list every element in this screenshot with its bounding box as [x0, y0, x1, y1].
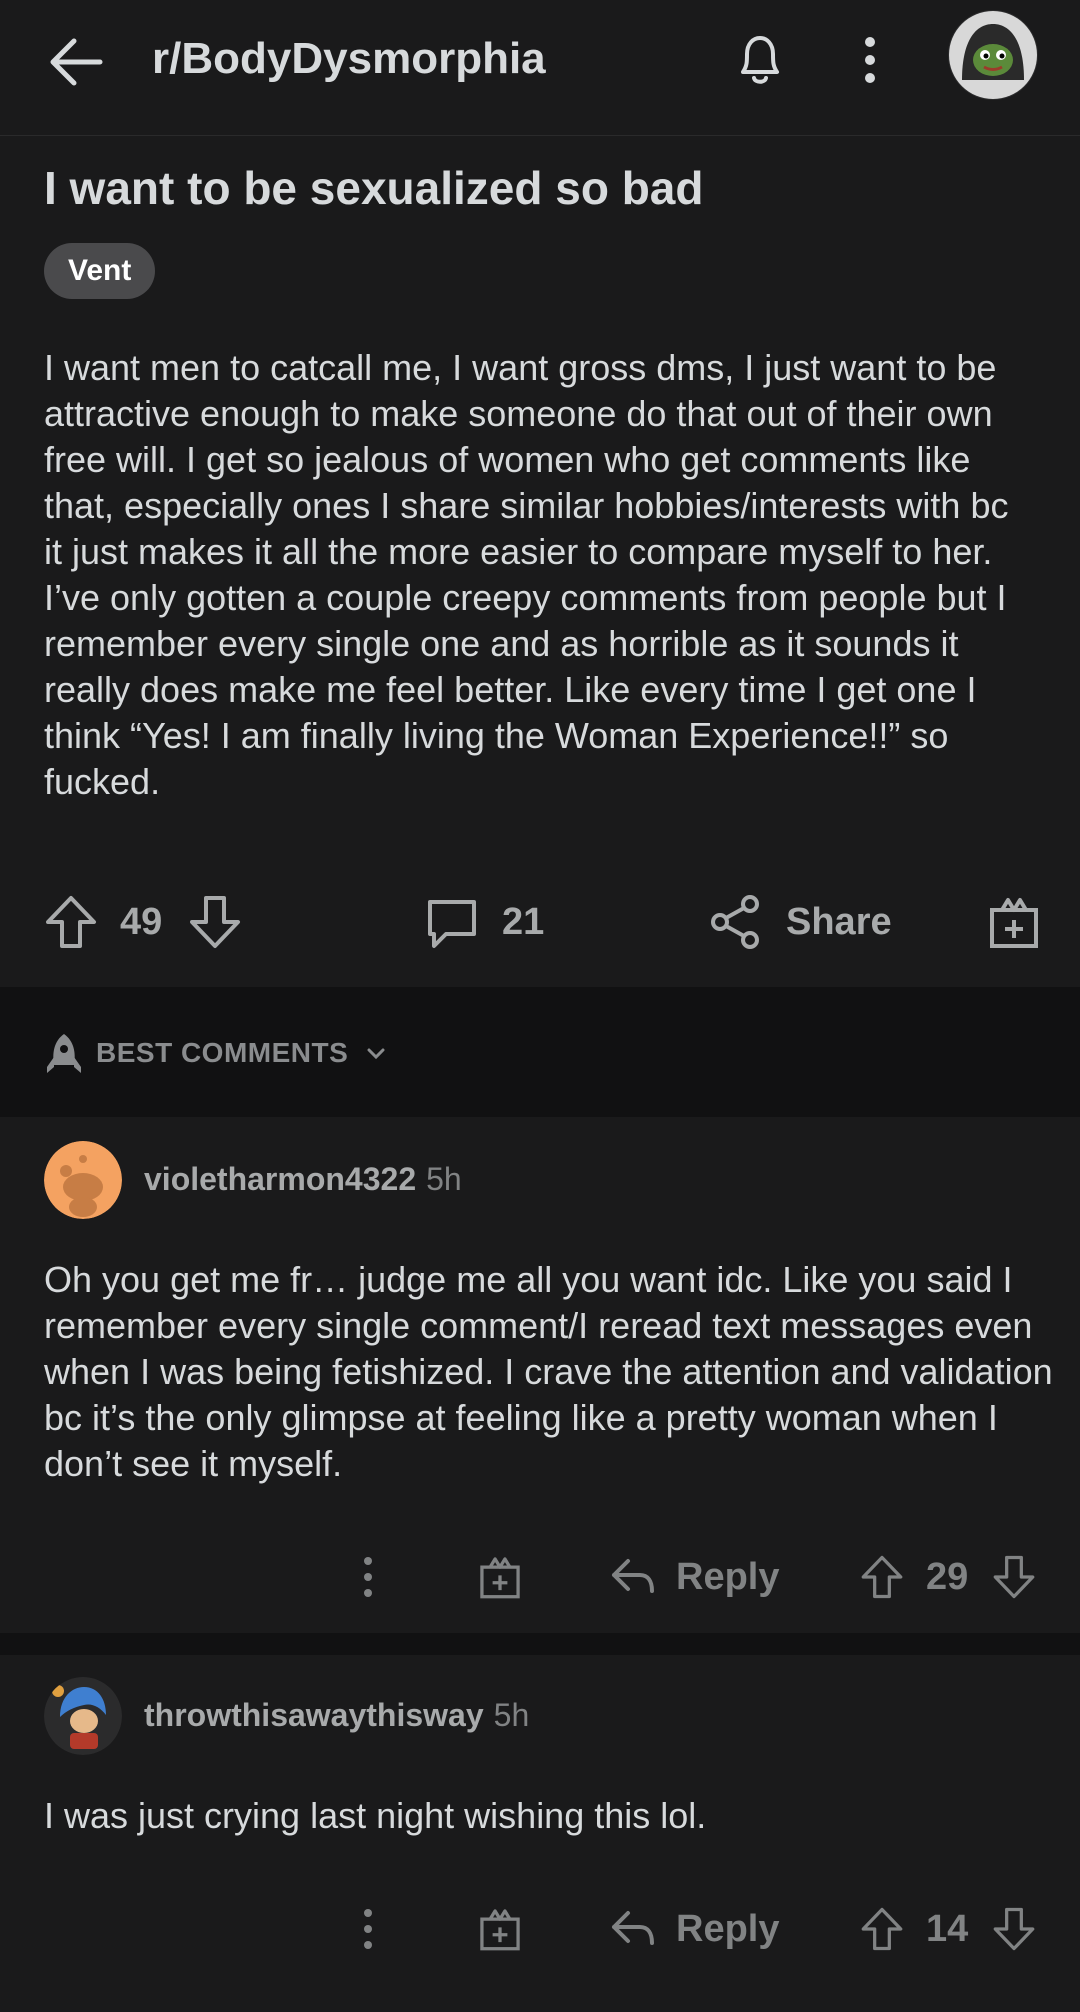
gift-award-icon: [480, 1557, 520, 1599]
comment-sort-bar[interactable]: BEST COMMENTS: [0, 987, 1080, 1117]
snoo-avatar-icon: [44, 1677, 122, 1755]
chevron-down-icon: [367, 1048, 385, 1060]
comment-vote-count: 14: [926, 1907, 969, 1950]
comment-downvote-button[interactable]: [992, 1537, 1036, 1617]
comment-action-bar: Reply 29: [0, 1537, 1080, 1617]
comment-icon: [428, 900, 476, 948]
downvote-icon: [993, 1555, 1035, 1599]
comment-username[interactable]: throwthisawaythisway: [144, 1697, 484, 1733]
reply-label: Reply: [676, 1907, 780, 1950]
post-vote-count: 49: [120, 900, 163, 943]
comment-upvote-button[interactable]: [860, 1889, 904, 1969]
downvote-button[interactable]: [188, 877, 242, 967]
comment-more-button[interactable]: [358, 1889, 378, 1969]
subreddit-name[interactable]: r/BodyDysmorphia: [152, 34, 546, 84]
comment-vote-count: 29: [926, 1555, 969, 1598]
award-button[interactable]: [988, 877, 1040, 967]
comment-author[interactable]: violetharmon4322 5h: [144, 1161, 462, 1198]
reply-button[interactable]: Reply: [610, 1889, 779, 1969]
frog-avatar-icon: [949, 11, 1037, 99]
comment-action-bar: Reply 14: [0, 1889, 1080, 1969]
vertical-dots-icon: [364, 1557, 372, 1597]
bell-icon: [741, 36, 779, 84]
reply-button[interactable]: Reply: [610, 1537, 779, 1617]
more-options-button[interactable]: [850, 28, 890, 92]
comment-count: 21: [502, 900, 545, 943]
post-body: I want men to catcall me, I want gross d…: [44, 347, 1009, 802]
back-arrow-icon: [50, 38, 103, 86]
rocket-icon: [47, 1034, 81, 1073]
comment-downvote-button[interactable]: [992, 1889, 1036, 1969]
commenter-avatar[interactable]: [44, 1141, 122, 1219]
comment-upvote-button[interactable]: [860, 1537, 904, 1617]
post-action-bar: 49 21 Share: [0, 877, 1080, 967]
comment-body: I was just crying last night wishing thi…: [44, 1795, 707, 1836]
upvote-icon: [861, 1555, 903, 1599]
comment-divider: [0, 1633, 1080, 1655]
comment: violetharmon4322 5h Oh you get me fr… jud…: [0, 1117, 1080, 1633]
post: I want to be sexualized so bad Vent I wa…: [0, 137, 1080, 987]
share-button[interactable]: Share: [710, 877, 892, 967]
vertical-dots-icon: [865, 37, 875, 83]
comment-body: Oh you get me fr… judge me all you want …: [44, 1259, 1053, 1484]
notification-button[interactable]: [728, 28, 792, 92]
downvote-icon: [993, 1907, 1035, 1951]
comment-username[interactable]: violetharmon4322: [144, 1161, 416, 1197]
downvote-icon: [190, 896, 240, 948]
share-label: Share: [786, 900, 892, 943]
comment-time: 5h: [493, 1697, 530, 1733]
gift-award-icon: [990, 898, 1038, 948]
share-icon: [711, 895, 759, 949]
comment-award-button[interactable]: [478, 1889, 522, 1969]
post-title: I want to be sexualized so bad: [44, 162, 704, 214]
comment-author[interactable]: throwthisawaythisway 5h: [144, 1697, 529, 1734]
upvote-icon: [46, 896, 96, 948]
upvote-button[interactable]: [44, 877, 98, 967]
commenter-avatar[interactable]: [44, 1677, 122, 1755]
comment-more-button[interactable]: [358, 1537, 378, 1617]
gift-award-icon: [480, 1909, 520, 1951]
snoo-avatar-icon: [44, 1141, 122, 1219]
comment: throwthisawaythisway 5h I was just crying…: [0, 1655, 1080, 2012]
reply-arrow-icon: [612, 1911, 654, 1945]
sort-label: BEST COMMENTS: [96, 1037, 349, 1068]
back-button[interactable]: [40, 30, 112, 94]
vertical-dots-icon: [364, 1909, 372, 1949]
comment-award-button[interactable]: [478, 1537, 522, 1617]
post-flair[interactable]: Vent: [44, 243, 156, 299]
reply-arrow-icon: [612, 1559, 654, 1593]
user-avatar[interactable]: [948, 10, 1038, 100]
reply-label: Reply: [676, 1555, 780, 1598]
top-bar: r/BodyDysmorphia: [0, 0, 1080, 136]
upvote-icon: [861, 1907, 903, 1951]
comments-button[interactable]: 21: [424, 877, 544, 967]
comment-time: 5h: [426, 1161, 462, 1197]
